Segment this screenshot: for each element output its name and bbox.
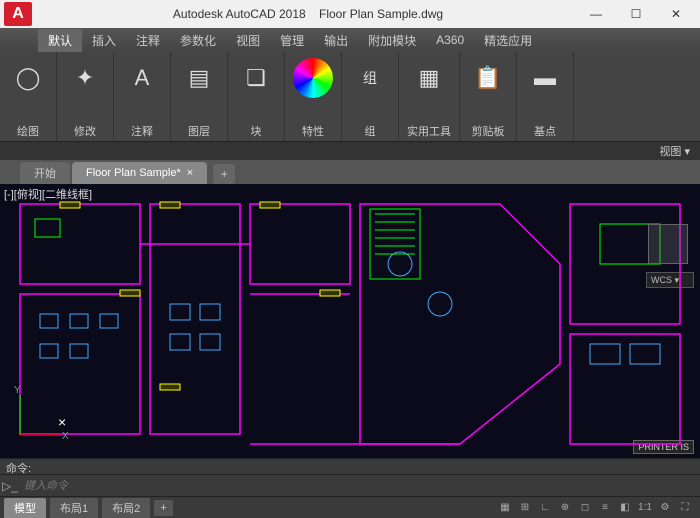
ribbon-layers[interactable]: ▤图层 (171, 52, 228, 141)
tab-a360[interactable]: A360 (426, 30, 474, 50)
status-toggles: ▦ ⊞ ∟ ⊕ ◻ ≡ ◧ 1:1 ⚙ ⛶ (496, 499, 700, 517)
tab-default[interactable]: 默认 (38, 29, 82, 52)
osnap-toggle-icon[interactable]: ◻ (576, 499, 594, 517)
ribbon-utilities[interactable]: ▦实用工具 (399, 52, 460, 141)
svg-text:X: X (62, 431, 69, 442)
command-input[interactable] (20, 480, 700, 492)
title-bar: A Autodesk AutoCAD 2018 Floor Plan Sampl… (0, 0, 700, 28)
command-prompt-icon: ▷_ (0, 479, 20, 493)
new-tab-button[interactable]: + (213, 164, 235, 184)
folder-icon: ▬ (525, 58, 565, 98)
window-title: Autodesk AutoCAD 2018 Floor Plan Sample.… (40, 7, 576, 21)
settings-icon[interactable]: ⚙ (656, 499, 674, 517)
tab-output[interactable]: 输出 (314, 29, 358, 52)
ucs-axis-icon: YX (10, 385, 70, 448)
close-tab-icon[interactable]: × (187, 167, 193, 179)
tab-manage[interactable]: 管理 (270, 29, 314, 52)
app-logo[interactable]: A (4, 2, 32, 26)
ribbon-annotate[interactable]: A注释 (114, 52, 171, 141)
ribbon-clipboard[interactable]: 📋剪贴板 (460, 52, 517, 141)
modify-icon: ✦ (65, 58, 105, 98)
ribbon-panel-selector[interactable]: 视图 ▾ (0, 142, 700, 160)
maximize-button[interactable]: ☐ (616, 0, 656, 28)
clipboard-icon: 📋 (468, 58, 508, 98)
lineweight-toggle-icon[interactable]: ≡ (596, 499, 614, 517)
ribbon-block[interactable]: ❏块 (228, 52, 285, 141)
block-icon: ❏ (236, 58, 276, 98)
ribbon: ◯绘图 ✦修改 A注释 ▤图层 ❏块 ◉特性 组组 ▦实用工具 📋剪贴板 ▬基点 (0, 52, 700, 142)
calculator-icon: ▦ (409, 58, 449, 98)
ortho-toggle-icon[interactable]: ∟ (536, 499, 554, 517)
snap-toggle-icon[interactable]: ⊞ (516, 499, 534, 517)
ribbon-group[interactable]: 组组 (342, 52, 399, 141)
transparency-toggle-icon[interactable]: ◧ (616, 499, 634, 517)
model-tab[interactable]: 模型 (4, 498, 46, 518)
ribbon-properties[interactable]: ◉特性 (285, 52, 342, 141)
tab-floorplan[interactable]: Floor Plan Sample*× (72, 162, 207, 184)
svg-text:Y: Y (14, 385, 21, 396)
scale-display[interactable]: 1:1 (636, 499, 654, 517)
ribbon-modify[interactable]: ✦修改 (57, 52, 114, 141)
minimize-button[interactable]: — (576, 0, 616, 28)
command-area: 命令: ▷_ (0, 458, 700, 496)
status-bar: 模型 布局1 布局2 + ▦ ⊞ ∟ ⊕ ◻ ≡ ◧ 1:1 ⚙ ⛶ (0, 496, 700, 518)
grid-toggle-icon[interactable]: ▦ (496, 499, 514, 517)
ribbon-basepoint[interactable]: ▬基点 (517, 52, 574, 141)
polar-toggle-icon[interactable]: ⊕ (556, 499, 574, 517)
add-layout-button[interactable]: + (154, 500, 172, 516)
tab-addins[interactable]: 附加模块 (358, 29, 426, 52)
command-history: 命令: (0, 458, 700, 474)
fullscreen-icon[interactable]: ⛶ (676, 499, 694, 517)
document-tabs: 开始 Floor Plan Sample*× + (0, 160, 700, 184)
layout1-tab[interactable]: 布局1 (50, 498, 98, 518)
tab-insert[interactable]: 插入 (82, 29, 126, 52)
ribbon-draw[interactable]: ◯绘图 (0, 52, 57, 141)
circle-icon: ◯ (8, 58, 48, 98)
layers-icon: ▤ (179, 58, 219, 98)
tab-start[interactable]: 开始 (20, 162, 70, 184)
floor-plan-drawing (0, 184, 700, 458)
tab-annotate[interactable]: 注释 (126, 29, 170, 52)
group-icon: 组 (350, 58, 390, 98)
view-cube[interactable] (648, 224, 688, 264)
command-line[interactable]: ▷_ (0, 474, 700, 496)
window-controls: — ☐ ✕ (576, 0, 696, 28)
drawing-canvas[interactable]: [-][俯视][二维线框] WCS ▾ PRINTER IS × (0, 184, 700, 458)
tab-view[interactable]: 视图 (226, 29, 270, 52)
layout2-tab[interactable]: 布局2 (102, 498, 150, 518)
close-button[interactable]: ✕ (656, 0, 696, 28)
ribbon-tabs: 默认 插入 注释 参数化 视图 管理 输出 附加模块 A360 精选应用 (0, 28, 700, 52)
tab-parametric[interactable]: 参数化 (170, 29, 226, 52)
tab-featured[interactable]: 精选应用 (474, 29, 542, 52)
text-icon: A (122, 58, 162, 98)
palette-icon: ◉ (293, 58, 333, 98)
viewport-controls[interactable]: [-][俯视][二维线框] (4, 186, 92, 202)
